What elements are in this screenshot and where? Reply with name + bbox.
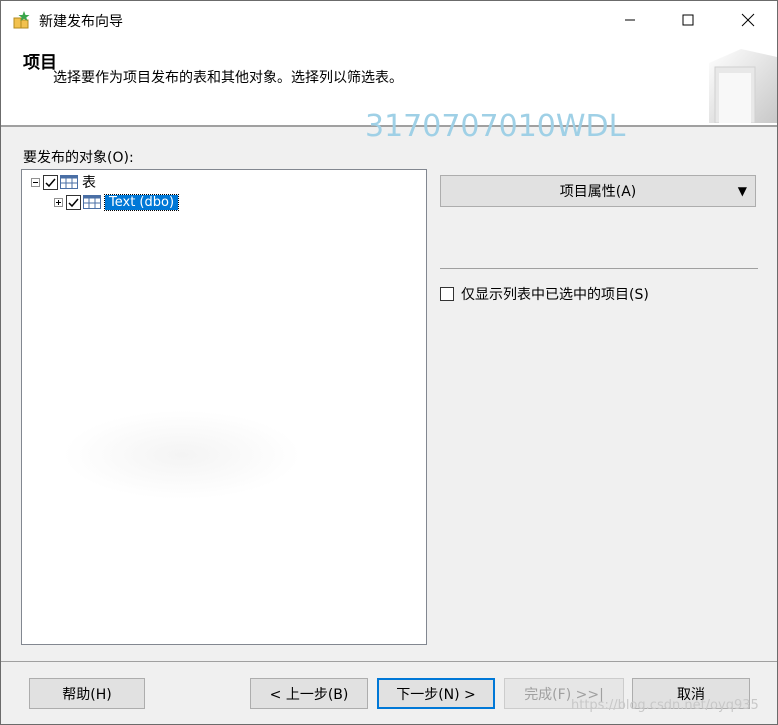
- show-only-checked-option[interactable]: 仅显示列表中已选中的项目(S): [440, 284, 649, 304]
- footer-divider: [1, 661, 777, 662]
- watermark-text: 3170707010WDL: [365, 109, 626, 144]
- tree-node-tables[interactable]: 表: [31, 173, 96, 191]
- tables-checkbox[interactable]: [43, 174, 58, 190]
- maximize-button[interactable]: [659, 1, 717, 39]
- close-icon: [741, 13, 755, 27]
- title-bar: 新建发布向导: [1, 1, 777, 39]
- objects-tree[interactable]: 表 Text (dbo): [21, 169, 427, 645]
- page-description: 选择要作为项目发布的表和其他对象。选择列以筛选表。: [53, 70, 403, 86]
- next-button[interactable]: 下一步(N) >: [377, 678, 495, 709]
- right-panel-divider: [440, 268, 758, 269]
- help-button[interactable]: 帮助(H): [29, 678, 145, 709]
- back-button[interactable]: < 上一步(B): [250, 678, 368, 709]
- close-button[interactable]: [719, 1, 777, 39]
- table-icon: [83, 195, 101, 209]
- article-properties-label: 项目属性(A): [559, 184, 637, 200]
- page-title: 项目: [23, 53, 57, 73]
- dropdown-arrow-icon: ▼: [737, 184, 747, 198]
- text-table-checkbox[interactable]: [66, 194, 81, 210]
- wizard-graphic-icon: [709, 49, 777, 123]
- objects-label: 要发布的对象(O):: [23, 150, 134, 166]
- wizard-app-icon: [13, 11, 30, 29]
- check-icon: [45, 178, 56, 187]
- collapse-icon[interactable]: [31, 177, 40, 187]
- tree-label-text-table[interactable]: Text (dbo): [103, 193, 180, 211]
- tree-label-tables: 表: [82, 175, 96, 191]
- window-title: 新建发布向导: [39, 14, 123, 30]
- publication-wizard-window: 新建发布向导 项目 选择要作为项目发布的表和其他对象。选择列以筛选表。 3170…: [0, 0, 778, 725]
- url-watermark: https://blog.csdn.net/oyq935: [571, 698, 759, 713]
- minimize-icon: [625, 19, 635, 21]
- maximize-icon: [682, 14, 694, 26]
- check-icon: [68, 198, 79, 207]
- minimize-button[interactable]: [601, 1, 659, 39]
- blurred-region: [62, 410, 302, 500]
- show-only-checked-label: 仅显示列表中已选中的项目(S): [461, 287, 649, 303]
- show-only-checked-checkbox[interactable]: [440, 287, 454, 301]
- table-icon: [60, 175, 78, 189]
- tree-node-text-table[interactable]: Text (dbo): [54, 193, 180, 211]
- article-properties-button[interactable]: 项目属性(A) ▼: [440, 175, 756, 207]
- expand-icon[interactable]: [54, 197, 63, 207]
